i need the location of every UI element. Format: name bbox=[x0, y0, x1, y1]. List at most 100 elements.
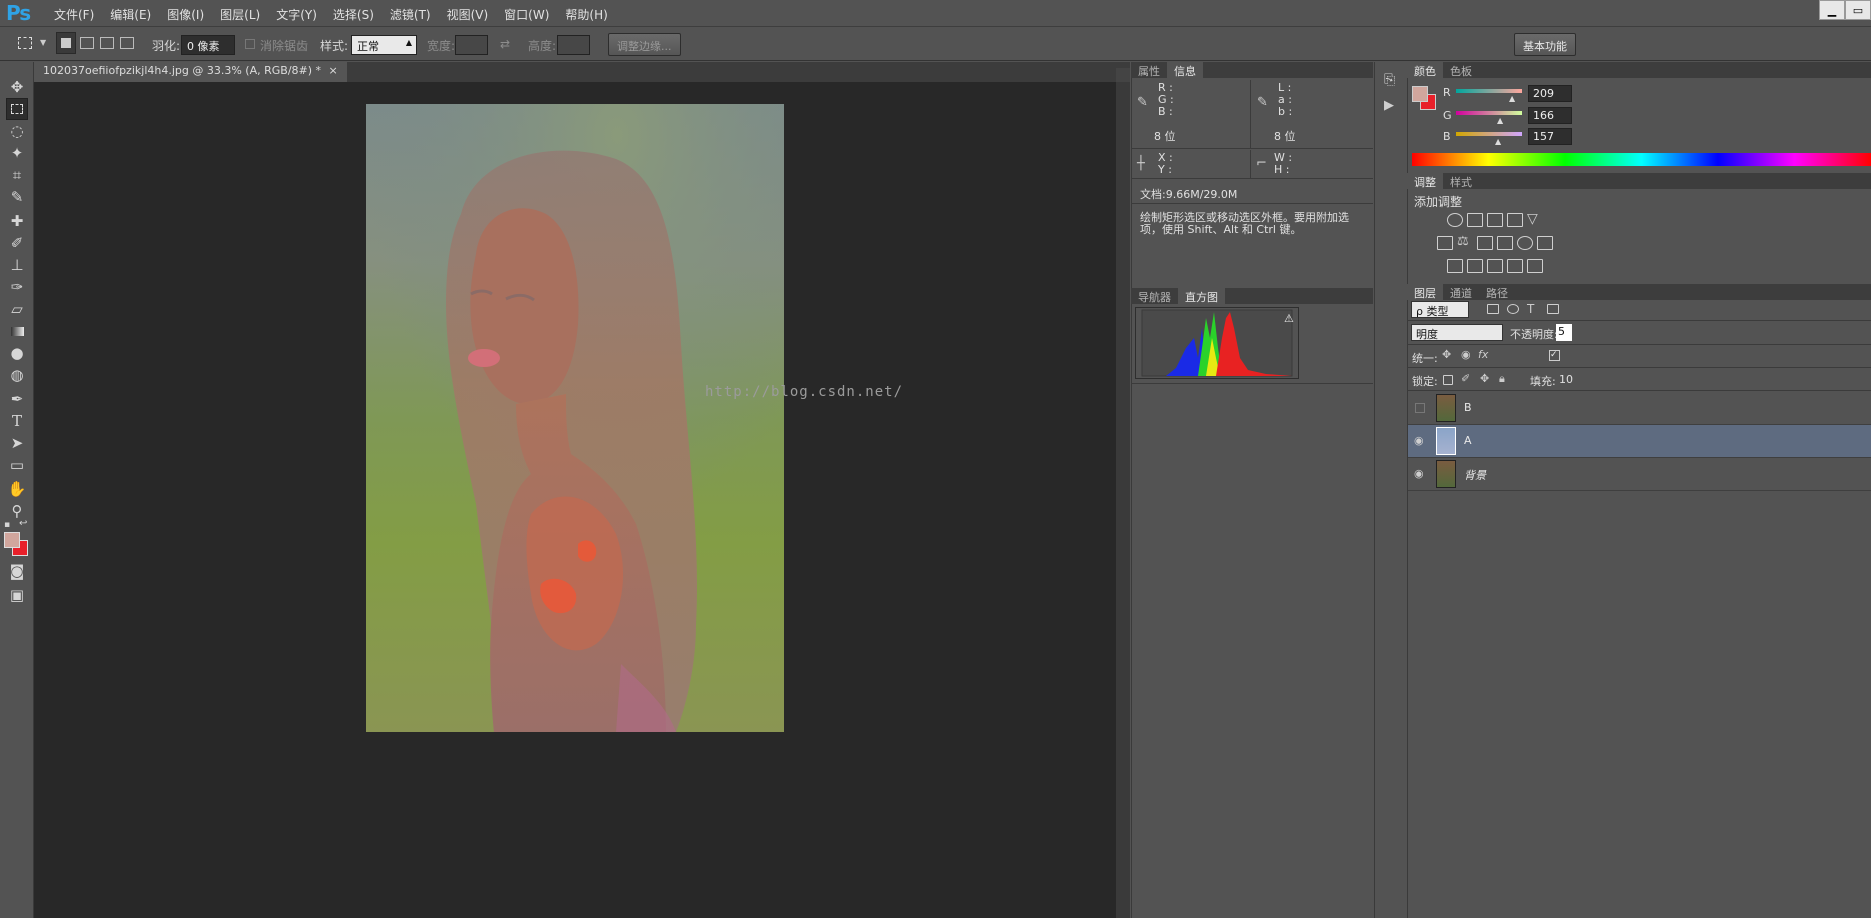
actions-play-icon[interactable]: ▶ bbox=[1384, 98, 1394, 113]
levels-icon[interactable] bbox=[1467, 213, 1483, 227]
menu-layer[interactable]: 图层(L) bbox=[212, 6, 268, 23]
exposure-icon[interactable] bbox=[1507, 213, 1523, 227]
magic-wand-tool-icon[interactable]: ✦ bbox=[6, 142, 28, 164]
photo-filter-icon[interactable] bbox=[1497, 236, 1513, 250]
histogram-warning-icon[interactable]: ⚠ bbox=[1284, 312, 1294, 325]
slider-b[interactable] bbox=[1456, 132, 1522, 136]
curves-icon[interactable] bbox=[1487, 213, 1503, 227]
hue-saturation-icon[interactable] bbox=[1437, 236, 1453, 250]
marquee-preset-icon[interactable] bbox=[18, 37, 32, 49]
layer-row-background[interactable]: ◉ 背景 bbox=[1408, 458, 1871, 491]
lock-all-icon[interactable]: 🔒︎ bbox=[1499, 372, 1505, 386]
slider-g-thumb[interactable]: ▲ bbox=[1497, 116, 1503, 125]
layer-filter-select[interactable]: ρ 类型 bbox=[1411, 301, 1469, 318]
add-selection-icon[interactable] bbox=[80, 37, 94, 49]
tab-info[interactable]: 信息 bbox=[1167, 62, 1203, 78]
unify-position-icon[interactable]: ✥ bbox=[1442, 348, 1451, 361]
eyedropper-tool-icon[interactable]: ✎ bbox=[6, 186, 28, 208]
vertical-scrollbar[interactable] bbox=[1116, 82, 1130, 918]
antialias-checkbox[interactable] bbox=[245, 39, 255, 49]
invert-icon[interactable] bbox=[1447, 259, 1463, 273]
new-selection-button[interactable] bbox=[56, 32, 76, 54]
rect-marquee-tool-icon[interactable] bbox=[6, 98, 28, 120]
swap-colors-icon[interactable]: ↩ bbox=[19, 518, 27, 529]
blur-tool-icon[interactable]: ● bbox=[6, 342, 28, 364]
slider-g[interactable] bbox=[1456, 111, 1522, 115]
feather-input[interactable]: 0 像素 bbox=[181, 35, 235, 55]
filter-shape-icon[interactable] bbox=[1547, 304, 1559, 314]
color-spectrum-bar[interactable] bbox=[1412, 153, 1871, 166]
lasso-tool-icon[interactable]: ◌ bbox=[6, 120, 28, 142]
move-tool-icon[interactable]: ✥ bbox=[6, 76, 28, 98]
color-balance-icon[interactable]: ⚖ bbox=[1457, 235, 1473, 250]
refine-edge-button[interactable]: 调整边缘... bbox=[608, 33, 681, 56]
history-brush-tool-icon[interactable]: ✑ bbox=[6, 276, 28, 298]
intersect-selection-icon[interactable] bbox=[120, 37, 134, 49]
color-lookup-icon[interactable] bbox=[1537, 236, 1553, 250]
menu-view[interactable]: 视图(V) bbox=[439, 6, 497, 23]
chevron-down-icon[interactable]: ▼ bbox=[40, 38, 46, 47]
slider-r-thumb[interactable]: ▲ bbox=[1509, 94, 1515, 103]
tab-histogram[interactable]: 直方图 bbox=[1178, 288, 1225, 304]
height-input[interactable] bbox=[557, 35, 590, 55]
unify-style-icon[interactable]: fx bbox=[1478, 348, 1488, 361]
pen-tool-icon[interactable]: ✒ bbox=[6, 388, 28, 410]
foreground-color-swatch[interactable] bbox=[4, 532, 20, 548]
vibrance-icon[interactable]: ▽ bbox=[1527, 212, 1543, 227]
selective-color-icon[interactable] bbox=[1507, 259, 1523, 273]
threshold-icon[interactable] bbox=[1487, 259, 1503, 273]
menu-select[interactable]: 选择(S) bbox=[325, 6, 382, 23]
style-select[interactable]: 正常 ▲ bbox=[351, 35, 417, 55]
unify-visibility-icon[interactable]: ◉ bbox=[1461, 348, 1471, 361]
healing-brush-tool-icon[interactable]: ✚ bbox=[6, 210, 28, 232]
filter-pixel-icon[interactable] bbox=[1487, 304, 1499, 314]
tab-color[interactable]: 颜色 bbox=[1407, 62, 1443, 78]
type-tool-icon[interactable]: T bbox=[6, 410, 28, 432]
quick-mask-icon[interactable]: ◙ bbox=[6, 560, 28, 582]
eye-icon[interactable]: ◉ bbox=[1414, 434, 1424, 447]
menu-file[interactable]: 文件(F) bbox=[46, 6, 102, 23]
filter-type-icon[interactable]: T bbox=[1527, 302, 1534, 316]
lock-pixels-icon[interactable]: ✐ bbox=[1461, 372, 1470, 385]
black-white-icon[interactable] bbox=[1477, 236, 1493, 250]
restore-button[interactable]: ▭ bbox=[1845, 0, 1871, 20]
tab-swatches[interactable]: 色板 bbox=[1443, 62, 1479, 78]
path-selection-tool-icon[interactable]: ➤ bbox=[6, 432, 28, 454]
blend-mode-select[interactable]: 明度 bbox=[1411, 324, 1503, 341]
tab-layers[interactable]: 图层 bbox=[1407, 284, 1443, 300]
history-icon[interactable]: ⎘ bbox=[1384, 72, 1395, 88]
opacity-input[interactable]: 5 bbox=[1556, 324, 1572, 341]
document-image[interactable] bbox=[366, 104, 784, 732]
tab-adjustments[interactable]: 调整 bbox=[1407, 173, 1443, 189]
slider-b-thumb[interactable]: ▲ bbox=[1495, 137, 1501, 146]
menu-window[interactable]: 窗口(W) bbox=[496, 6, 557, 23]
eye-icon[interactable]: ◉ bbox=[1414, 467, 1424, 480]
value-r[interactable]: 209 bbox=[1528, 85, 1572, 102]
layer-row-a[interactable]: ◉ A bbox=[1408, 425, 1871, 458]
tab-styles[interactable]: 样式 bbox=[1443, 173, 1479, 189]
dodge-tool-icon[interactable]: ◍ bbox=[6, 364, 28, 386]
close-icon[interactable]: × bbox=[329, 64, 338, 77]
hand-tool-icon[interactable]: ✋ bbox=[6, 478, 28, 500]
tab-paths[interactable]: 路径 bbox=[1479, 284, 1515, 300]
fill-value[interactable]: 10 bbox=[1559, 373, 1573, 386]
propagate-checkbox[interactable]: ✓ bbox=[1549, 350, 1560, 361]
crop-tool-icon[interactable]: ⌗ bbox=[6, 164, 28, 186]
gradient-map-icon[interactable] bbox=[1527, 259, 1543, 273]
clone-stamp-tool-icon[interactable]: ⊥ bbox=[6, 254, 28, 276]
workspace-button[interactable]: 基本功能 bbox=[1514, 33, 1576, 56]
channel-mixer-icon[interactable] bbox=[1517, 236, 1533, 250]
menu-image[interactable]: 图像(I) bbox=[159, 6, 212, 23]
slider-r[interactable] bbox=[1456, 89, 1522, 93]
color-foreground-swatch[interactable] bbox=[1412, 86, 1428, 102]
menu-filter[interactable]: 滤镜(T) bbox=[382, 6, 439, 23]
width-input[interactable] bbox=[455, 35, 488, 55]
value-g[interactable]: 166 bbox=[1528, 107, 1572, 124]
gradient-tool-icon[interactable] bbox=[6, 320, 28, 342]
subtract-selection-icon[interactable] bbox=[100, 37, 114, 49]
document-tab[interactable]: 102037oefiiofpzikjl4h4.jpg @ 33.3% (A, R… bbox=[34, 62, 347, 82]
screen-mode-icon[interactable]: ▣ bbox=[6, 584, 28, 606]
value-b[interactable]: 157 bbox=[1528, 128, 1572, 145]
brush-tool-icon[interactable]: ✐ bbox=[6, 232, 28, 254]
filter-adjustment-icon[interactable] bbox=[1507, 304, 1519, 314]
